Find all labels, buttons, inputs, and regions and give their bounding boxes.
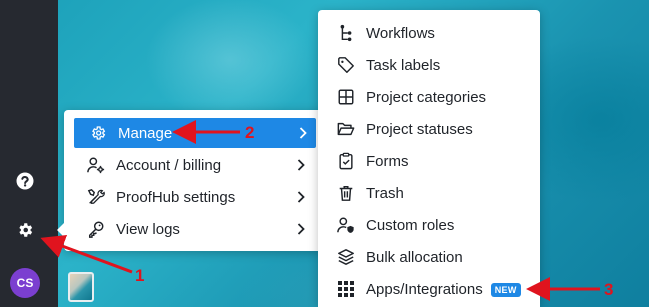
settings-button[interactable] xyxy=(12,219,38,245)
submenu-item-label: Custom roles xyxy=(366,216,455,234)
submenu-item-forms[interactable]: Forms xyxy=(330,146,532,176)
help-circle-icon xyxy=(16,172,34,195)
tools-icon xyxy=(86,187,106,207)
submenu-item-project-statuses[interactable]: Project statuses xyxy=(330,114,532,144)
menu-item-label: View logs xyxy=(116,220,180,238)
menu-item-label: Manage xyxy=(118,124,173,142)
chevron-right-icon xyxy=(296,127,310,139)
menu-item-manage[interactable]: Manage xyxy=(74,118,316,148)
user-shield-icon xyxy=(336,215,356,235)
submenu-item-label: Task labels xyxy=(366,56,441,74)
submenu-item-label: Workflows xyxy=(366,24,435,42)
grid-icon xyxy=(336,87,356,107)
submenu-item-bulk-allocation[interactable]: Bulk allocation xyxy=(330,242,532,272)
gear-icon xyxy=(88,123,108,143)
avatar-initials: CS xyxy=(16,276,34,290)
submenu-item-label: Trash xyxy=(366,184,404,202)
apps-grid-icon xyxy=(336,279,356,299)
submenu-item-workflows[interactable]: Workflows xyxy=(330,18,532,48)
user-settings-icon xyxy=(86,155,106,175)
submenu-item-label: Bulk allocation xyxy=(366,248,463,266)
annotation-label-2: 2 xyxy=(245,123,255,142)
submenu-item-label: Apps/Integrations xyxy=(366,280,483,298)
chevron-right-icon xyxy=(294,159,308,171)
menu-item-view-logs[interactable]: View logs xyxy=(72,214,314,244)
menu-item-account-billing[interactable]: Account / billing xyxy=(72,150,314,180)
menu-item-label: ProofHub settings xyxy=(116,188,236,206)
manage-submenu: Workflows Task labels Project categories… xyxy=(318,10,540,307)
clipboard-check-icon xyxy=(336,151,356,171)
help-button[interactable] xyxy=(12,170,38,196)
submenu-item-label-wrap: Apps/Integrations NEW xyxy=(366,281,532,298)
key-icon xyxy=(86,219,106,239)
chevron-right-icon xyxy=(294,223,308,235)
submenu-item-task-labels[interactable]: Task labels xyxy=(330,50,532,80)
submenu-item-custom-roles[interactable]: Custom roles xyxy=(330,210,532,240)
annotation-label-1: 1 xyxy=(135,266,145,285)
menu-item-label: Account / billing xyxy=(116,156,222,174)
trash-icon xyxy=(336,183,356,203)
settings-menu: Manage Account / billing ProofHub settin… xyxy=(57,110,322,251)
new-badge: NEW xyxy=(490,282,521,297)
annotation-label-3: 3 xyxy=(604,280,614,299)
tag-icon xyxy=(336,55,356,75)
submenu-item-label: Project statuses xyxy=(366,120,473,138)
submenu-item-project-categories[interactable]: Project categories xyxy=(330,82,532,112)
background-thumbnail[interactable] xyxy=(68,272,94,302)
submenu-item-apps-integrations[interactable]: Apps/Integrations NEW xyxy=(330,274,532,304)
chevron-right-icon xyxy=(294,191,308,203)
submenu-item-label: Project categories xyxy=(366,88,487,106)
submenu-item-trash[interactable]: Trash xyxy=(330,178,532,208)
app-sidebar: CS xyxy=(0,0,58,307)
folder-open-icon xyxy=(336,119,356,139)
gear-icon xyxy=(16,221,34,244)
menu-item-proofhub-settings[interactable]: ProofHub settings xyxy=(72,182,314,212)
workflow-icon xyxy=(336,23,356,43)
layers-icon xyxy=(336,247,356,267)
user-avatar[interactable]: CS xyxy=(10,268,40,298)
submenu-item-label: Forms xyxy=(366,152,409,170)
